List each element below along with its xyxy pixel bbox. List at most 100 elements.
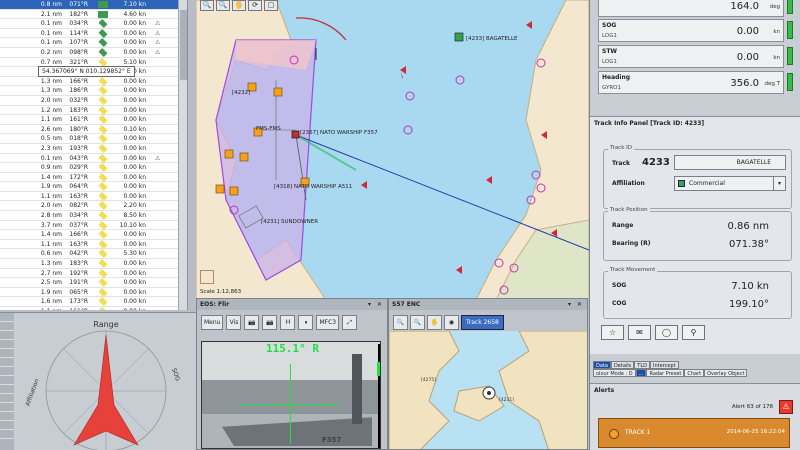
sensor-label: SOG (602, 22, 617, 29)
table-row[interactable]: 1.3 nm 183°R 0.00 kn (0, 259, 187, 269)
map-canvas[interactable]: [4233] BAGATELLE [2367] NATO WARSHIP F35… (196, 0, 589, 300)
eos-window-controls[interactable]: ▾ ✕ (368, 299, 384, 310)
warning-icon: ⚠ (155, 48, 161, 56)
select-area-icon[interactable]: ▢ (264, 0, 278, 11)
sensor-status-indicator (787, 21, 793, 39)
eos-video-feed[interactable]: F357 115.1° R (201, 341, 381, 449)
enc-zoom-out-icon[interactable]: 🔍 (410, 315, 425, 330)
enc-window-controls[interactable]: ▾ ✕ (568, 299, 584, 310)
table-row[interactable]: 2.6 nm 180°R 0.10 kn (0, 124, 187, 135)
favorite-icon[interactable]: ☆ (601, 325, 624, 340)
track-symbol-icon (98, 47, 108, 57)
table-row[interactable]: 1.3 nm 186°R 0.00 kn (0, 86, 187, 96)
zoom-out-icon[interactable]: 🔍 (216, 0, 230, 11)
zoom-in-icon[interactable]: 🔍 (200, 0, 214, 11)
enc-chart[interactable]: [4275] [4231] (389, 331, 588, 450)
track-number: 4233 (642, 157, 670, 168)
enc-toolbar: 🔍 🔍 🖐 ◉ Track 2658 (393, 315, 504, 330)
table-row[interactable]: 2.0 nm 032°R 0.00 kn (0, 95, 187, 106)
table-row[interactable]: 2.0 nm 082°R 2.20 kn (0, 201, 187, 212)
alert-name: TRACK 1 (625, 429, 651, 436)
rotate-icon[interactable]: ⟳ (248, 0, 262, 11)
table-row[interactable]: 3.7 nm 037°R 10.10 kn (0, 220, 187, 231)
track-speed: 0.00 kn (123, 192, 146, 200)
track-bearing: 161°R (66, 307, 88, 310)
table-row[interactable]: 1.1 nm 163°R 0.00 kn (0, 191, 187, 202)
enc-zoom-in-icon[interactable]: 🔍 (393, 315, 408, 330)
track-speed: 0.00 kn (123, 269, 146, 277)
table-row[interactable]: 0.8 nm 071°R 7.10 kn (0, 0, 187, 10)
eos-menu-button[interactable]: Menu (201, 315, 224, 330)
table-row[interactable]: 0.1 nm 034°R 0.00 kn ⚠ (0, 19, 187, 29)
target-icon[interactable]: ◯ (655, 325, 678, 340)
tab-details[interactable]: Details (610, 361, 635, 369)
mfc3-button[interactable]: MFC3 (316, 315, 340, 330)
tab-chart[interactable]: Chart (684, 369, 705, 377)
track-bearing: 098°R (69, 48, 88, 56)
table-row[interactable]: 1.6 nm 173°R 0.00 kn (0, 297, 187, 307)
track-speed: 0.10 kn (123, 125, 146, 133)
track-speed: 0.00 kn (123, 39, 146, 47)
table-row[interactable]: 2.1 nm 182°R 4.60 kn (0, 10, 187, 20)
track-speed: 0.00 kn (123, 173, 146, 181)
table-row[interactable]: 1.9 nm 064°R 0.00 kn (0, 182, 187, 192)
message-icon[interactable]: ✉ (628, 325, 651, 340)
tab-overlay-object[interactable]: Overlay Object (704, 369, 748, 377)
table-row[interactable]: 1.2 nm 183°R 0.00 kn (0, 105, 187, 116)
track-speed: 0.00 kn (123, 48, 146, 56)
table-row[interactable]: 0.6 nm 042°R 5.30 kn (0, 249, 187, 260)
enc-track-button[interactable]: Track 2658 (461, 315, 504, 330)
track-symbol-icon (98, 10, 108, 18)
enc-pan-icon[interactable]: 🖐 (427, 315, 442, 330)
table-row[interactable]: 1.4 nm 166°R 0.00 kn (0, 230, 187, 240)
table-row[interactable]: 0.1 nm 107°R 0.00 kn ⚠ (0, 38, 187, 48)
table-row[interactable]: 2.7 nm 192°R 0.00 kn (0, 268, 187, 279)
eos-title-bar: EOS: Flir ▾ ✕ (197, 299, 387, 310)
track-name-field[interactable]: BAGATELLE (674, 155, 786, 170)
alert-item[interactable]: TRACK 1 2014-06-25 16:22:04 (598, 418, 790, 448)
table-row[interactable]: 1.3 nm 166°R 0.00 kn (0, 76, 187, 87)
table-row[interactable]: 0.5 nm 018°R 0.00 kn (0, 134, 187, 144)
table-row[interactable]: 2.8 nm 034°R 8.50 kn (0, 211, 187, 221)
pause-icon[interactable]: ⏸ (298, 315, 314, 330)
chevron-down-icon[interactable]: ▾ (773, 177, 785, 190)
tab-radar-preset[interactable]: Radar Preset (646, 369, 685, 377)
tab-colour-mode[interactable]: olour Mode : D (593, 369, 636, 377)
scroll-thumb[interactable] (180, 10, 187, 80)
tactical-map[interactable]: [4233] BAGATELLE [2367] NATO WARSHIP F35… (196, 0, 589, 300)
tab-data[interactable]: Data (593, 361, 611, 369)
table-row[interactable]: 0.9 nm 029°R 0.00 kn (0, 163, 187, 173)
table-row[interactable]: 0.2 nm 098°R 0.00 kn ⚠ (0, 47, 187, 58)
track-speed: 0.00 kn (123, 240, 146, 248)
table-row[interactable]: 1.1 nm 163°R 0.00 kn (0, 239, 187, 250)
table-row[interactable]: 1.1 nm 161°R 0.00 kn (0, 306, 187, 310)
hold-button[interactable]: H (280, 315, 296, 330)
tab-tld[interactable]: TLD (634, 361, 650, 369)
group-title: Track ID (608, 145, 634, 151)
track-range: 3.7 nm (40, 221, 62, 229)
table-row[interactable]: 1.9 nm 065°R 0.00 kn (0, 287, 187, 298)
alert-warning-icon[interactable]: ⚠ (779, 400, 793, 414)
search-track-icon[interactable]: ⚲ (682, 325, 705, 340)
affiliation-select[interactable]: Commercial ▾ (674, 176, 786, 191)
enc-center-icon[interactable]: ◉ (444, 315, 459, 330)
tab-active[interactable]: ... (635, 369, 647, 377)
table-row[interactable]: 1.4 nm 172°R 0.00 kn (0, 172, 187, 183)
affiliation-label: Affiliation (612, 180, 645, 187)
table-row[interactable]: 0.1 nm 043°R 0.00 kn ⚠ (0, 153, 187, 164)
table-row[interactable]: 1.1 nm 161°R 0.00 kn (0, 115, 187, 125)
track-speed: 0.00 kn (123, 279, 146, 287)
map-label-fms: FMS-FMS (256, 126, 281, 132)
north-arrow-icon[interactable] (200, 270, 214, 284)
track-speed: 0.00 kn (123, 96, 146, 104)
eos-vis-button[interactable]: Vis (226, 315, 242, 330)
table-row[interactable]: 2.3 nm 193°R 0.00 kn (0, 143, 187, 154)
expand-icon[interactable]: ⤢ (342, 315, 358, 330)
pan-icon[interactable]: 🖐 (232, 0, 246, 11)
table-row[interactable]: 2.5 nm 191°R 0.00 kn (0, 278, 187, 288)
table-scrollbar[interactable] (178, 0, 187, 310)
record-icon[interactable]: 📷 (262, 315, 278, 330)
snapshot-icon[interactable]: 📷 (244, 315, 260, 330)
table-row[interactable]: 0.1 nm 114°R 0.00 kn ⚠ (0, 28, 187, 39)
tab-intercept[interactable]: Intercept (650, 361, 679, 369)
